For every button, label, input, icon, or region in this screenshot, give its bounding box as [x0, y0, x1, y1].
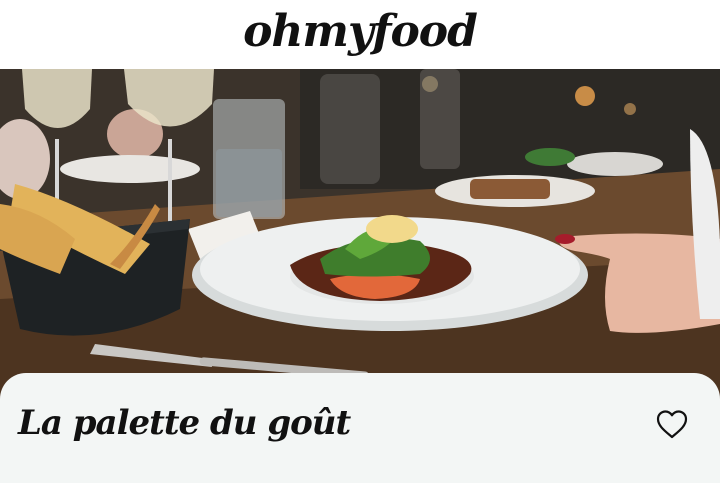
site-header: ohmyfood [0, 0, 720, 69]
restaurant-photo [0, 69, 720, 399]
restaurant-card: La palette du goût [0, 373, 720, 483]
heart-outline-icon[interactable] [655, 408, 689, 442]
brand-logo[interactable]: ohmyfood [243, 6, 478, 57]
hero-image [0, 69, 720, 399]
restaurant-name[interactable]: La palette du goût [18, 403, 351, 443]
